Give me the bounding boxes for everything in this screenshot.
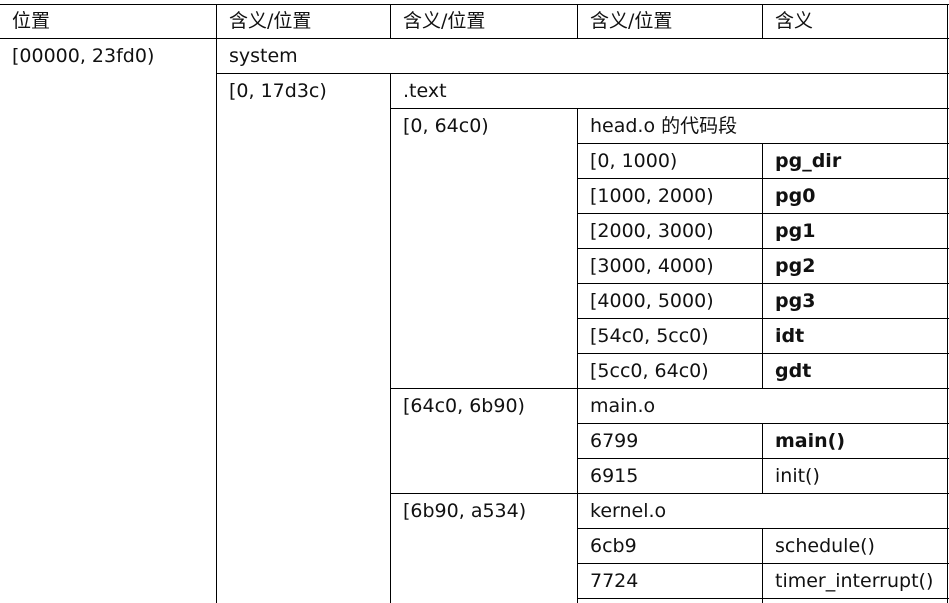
table-border [0,38,949,39]
main-range: [64c0, 6b90) [403,395,525,417]
main-label: main.o [590,395,656,417]
head-entry-name: pg0 [775,185,816,207]
main-entry-name: init() [775,465,820,487]
head-entry-name: idt [775,325,805,347]
header-meaning-position-3: 含义/位置 [590,10,673,32]
table-border [578,353,949,354]
table-border [0,4,949,5]
table-border [762,424,763,494]
table-border [947,4,948,603]
table-border [578,318,949,319]
table-border [578,178,949,179]
header-meaning-position-1: 含义/位置 [229,10,312,32]
head-range: [0, 64c0) [403,115,489,137]
table-border [391,493,949,494]
head-entry-name: pg_dir [775,150,842,172]
table-border [578,143,949,144]
head-entry-range: [0, 1000) [590,150,678,172]
table-border [577,109,578,603]
table-border [391,388,949,389]
text-label: .text [403,80,447,102]
table-border [578,458,949,459]
table-border [216,4,217,603]
kernel-entry-name: timer_interrupt() [775,570,934,592]
table-border [762,529,763,603]
header-position: 位置 [12,10,51,32]
kernel-entry-address: 6cb9 [590,535,637,557]
table-border [390,74,391,603]
head-entry-range: [5cc0, 64c0) [590,360,709,382]
table-border [391,108,949,109]
head-entry-name: pg1 [775,220,816,242]
kernel-entry-address: 7724 [590,570,639,592]
head-entry-name: pg2 [775,255,816,277]
table-border [762,144,763,389]
main-entry-address: 6799 [590,430,639,452]
table-border [577,4,578,39]
table-border [578,598,949,599]
head-entry-range: [1000, 2000) [590,185,714,207]
system-range: [00000, 23fd0) [12,45,155,67]
text-range: [0, 17d3c) [229,80,327,102]
table-border [578,248,949,249]
table-border [217,73,949,74]
head-entry-range: [2000, 3000) [590,220,714,242]
kernel-range: [6b90, a534) [403,500,527,522]
head-label: head.o 的代码段 [590,115,738,137]
table-border [578,213,949,214]
head-entry-name: gdt [775,360,812,382]
table-border [578,528,949,529]
head-entry-range: [54c0, 5cc0) [590,325,709,347]
memory-layout-table: 位置 含义/位置 含义/位置 含义/位置 含义 [00000, 23fd0) s… [0,0,949,603]
table-border [578,283,949,284]
table-border [578,563,949,564]
system-label: system [229,45,298,67]
head-entry-name: pg3 [775,290,816,312]
kernel-label: kernel.o [590,500,667,522]
head-entry-range: [4000, 5000) [590,290,714,312]
table-border [578,423,949,424]
kernel-entry-name: schedule() [775,535,875,557]
header-meaning: 含义 [775,10,814,32]
main-entry-name: main() [775,430,846,452]
table-border [762,4,763,39]
table-border [390,4,391,39]
main-entry-address: 6915 [590,465,639,487]
header-meaning-position-2: 含义/位置 [403,10,486,32]
head-entry-range: [3000, 4000) [590,255,714,277]
